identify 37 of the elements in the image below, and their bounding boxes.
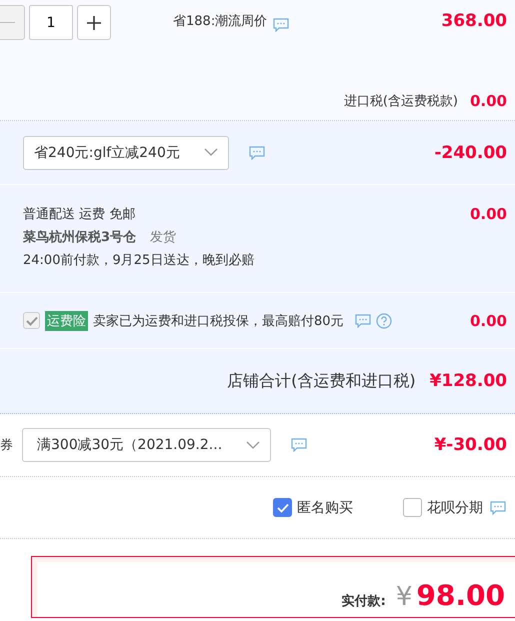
store-total-label: 店铺合计(含运费和进口税) bbox=[227, 370, 416, 392]
check-icon bbox=[276, 502, 288, 512]
discount-amount: -240.00 bbox=[434, 142, 507, 162]
insurance-tag: 运费险 bbox=[45, 310, 88, 330]
tax-label: 进口税(含运费税款) bbox=[344, 93, 458, 110]
delivery-method: 普通配送 运费 免邮 bbox=[23, 206, 136, 223]
comment-icon[interactable] bbox=[490, 500, 506, 514]
payment-amount: 98.00 bbox=[416, 582, 505, 610]
caret-icon bbox=[246, 440, 260, 450]
coupon-amount: ¥-30.00 bbox=[434, 435, 507, 455]
warehouse-name: 菜鸟杭州保税3号仓 bbox=[23, 228, 136, 246]
comment-icon[interactable] bbox=[273, 18, 290, 32]
check-icon bbox=[26, 316, 38, 326]
insurance-amount: 0.00 bbox=[470, 312, 507, 330]
comment-icon[interactable] bbox=[249, 146, 265, 160]
promo-label: 省188:潮流周价 bbox=[173, 13, 268, 30]
option-checkbox[interactable]: 匿名购买 bbox=[273, 498, 353, 517]
caret-icon bbox=[204, 148, 218, 157]
quantity-field[interactable]: 1 bbox=[29, 5, 73, 40]
discount-dropdown[interactable]: 省240元:glf立减240元 bbox=[23, 136, 229, 170]
currency-sign: ¥ bbox=[396, 584, 412, 610]
increase-button[interactable] bbox=[77, 5, 111, 40]
ship-label: 发货 bbox=[150, 229, 176, 246]
comment-icon[interactable] bbox=[291, 438, 307, 452]
coupon-label: 券 bbox=[0, 437, 13, 454]
insurance-text: 卖家已为运费和进口税投保，最高赔付80元 bbox=[93, 312, 344, 330]
store-total-amount: ¥128.00 bbox=[430, 371, 507, 391]
delivery-promise: 24:00前付款，9月25日送达，晚到必赔 bbox=[23, 252, 254, 269]
coupon-dropdown[interactable]: 满300减30元（2021.09.2... bbox=[22, 428, 271, 462]
item-price: 368.00 bbox=[441, 11, 507, 31]
delivery-fee: 0.00 bbox=[470, 205, 507, 223]
plus-icon bbox=[86, 14, 102, 30]
help-icon[interactable] bbox=[376, 312, 392, 328]
option-checkbox[interactable]: 花呗分期 bbox=[403, 498, 483, 517]
tax-amount: 0.00 bbox=[470, 92, 507, 110]
payment-label: 实付款: bbox=[342, 592, 386, 610]
comment-icon[interactable] bbox=[354, 314, 371, 328]
